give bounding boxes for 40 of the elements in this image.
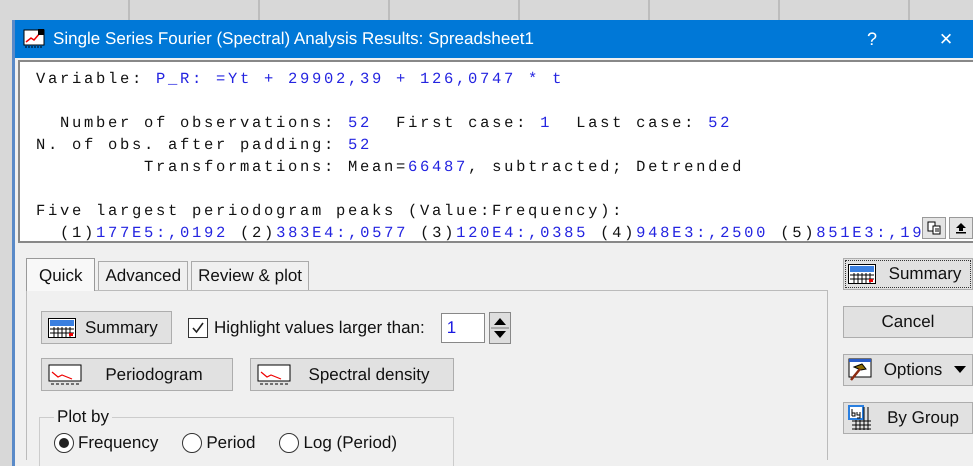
line-chart-icon xyxy=(257,364,291,386)
group-title: Plot by xyxy=(56,407,110,427)
output-line: Number of observations: 52 First case: 1 Last case: 52 xyxy=(59,113,732,134)
output-line: Transformations: Mean=66487, subtracted; Detrended xyxy=(143,157,744,178)
highlight-checkbox[interactable] xyxy=(188,318,208,338)
table-icon xyxy=(848,264,876,284)
tab[interactable]: Review & plot xyxy=(191,261,310,290)
help-button[interactable]: ? xyxy=(845,28,899,50)
summary-button[interactable]: Summary xyxy=(41,311,172,344)
tab[interactable]: Quick xyxy=(26,258,96,291)
plot-button[interactable]: Periodogram xyxy=(41,358,233,391)
side-button[interactable]: Summary xyxy=(843,258,973,290)
plot-button[interactable]: Spectral density xyxy=(250,358,454,391)
spin-buttons[interactable] xyxy=(488,312,511,344)
hammer-icon xyxy=(848,358,872,382)
highlight-label: Highlight values larger than: xyxy=(214,318,425,338)
side-button[interactable]: Options xyxy=(843,354,973,386)
grid-icon xyxy=(848,405,872,431)
chart-icon xyxy=(23,29,45,49)
close-button[interactable]: × xyxy=(919,26,973,52)
copy-button[interactable] xyxy=(922,217,946,239)
window-title: Single Series Fourier (Spectral) Analysis Results: Spreadsheet1 xyxy=(53,29,535,49)
tab[interactable]: Advanced xyxy=(98,261,188,290)
scroll-up-button[interactable] xyxy=(949,217,973,239)
caret-icon xyxy=(954,366,966,374)
table-icon xyxy=(48,318,76,338)
line-chart-icon xyxy=(48,364,82,386)
side-button[interactable]: By Group xyxy=(843,402,973,434)
side-button[interactable]: Cancel xyxy=(843,306,973,338)
output-line: Five largest periodogram peaks (Value:Frequency): xyxy=(36,201,624,222)
output-line: (1)177E5:,0192 (2)383E4:,0577 (3)120E4:,0385 (4)948E3:,2500 (5)851E3:,19 xyxy=(59,223,924,244)
radio-option[interactable]: Frequency xyxy=(54,433,158,453)
threshold-field[interactable]: 1 xyxy=(440,312,485,342)
output-line: N. of obs. after padding: 52 xyxy=(36,135,372,156)
output-line: Variable: P_R: =Yt + 29902,39 + 126,0747 * t xyxy=(36,69,564,90)
up-arrow-icon xyxy=(955,221,967,235)
radio-option[interactable]: Period xyxy=(182,433,256,453)
copy-icon xyxy=(926,220,942,236)
check-icon xyxy=(190,320,206,336)
radio-option[interactable]: Log (Period) xyxy=(279,433,398,453)
